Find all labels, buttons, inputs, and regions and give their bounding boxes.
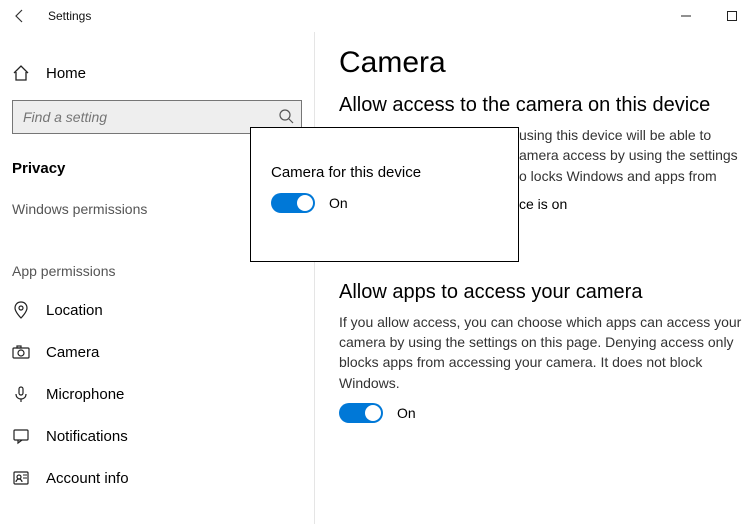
home-nav[interactable]: Home (0, 56, 314, 90)
sidebar-item-location[interactable]: Location (0, 289, 314, 331)
device-camera-toggle[interactable] (271, 193, 315, 213)
sidebar-item-label: Microphone (46, 386, 124, 403)
notifications-icon (12, 427, 30, 445)
section-heading-device-access: Allow access to the camera on this devic… (339, 94, 755, 117)
sidebar: Home Privacy Windows permissions App per… (0, 32, 315, 524)
search-icon (278, 108, 294, 129)
location-icon (12, 301, 30, 319)
minimize-button[interactable] (663, 0, 709, 32)
sidebar-item-notifications[interactable]: Notifications (0, 415, 314, 457)
device-camera-toggle-label: On (329, 195, 348, 211)
home-label: Home (46, 65, 86, 82)
sidebar-item-account-info[interactable]: Account info (0, 457, 314, 499)
apps-camera-toggle[interactable] (339, 403, 383, 423)
device-camera-popup: Camera for this device On (250, 127, 519, 262)
microphone-icon (12, 385, 30, 403)
home-icon (12, 64, 30, 82)
maximize-button[interactable] (709, 0, 755, 32)
apps-camera-toggle-label: On (397, 405, 416, 421)
sidebar-item-camera[interactable]: Camera (0, 331, 314, 373)
sidebar-item-label: Notifications (46, 428, 128, 445)
sidebar-item-microphone[interactable]: Microphone (0, 373, 314, 415)
sidebar-item-label: Camera (46, 344, 99, 361)
account-info-icon (12, 469, 30, 487)
window-title: Settings (48, 9, 91, 23)
section-heading-app-access: Allow apps to access your camera (339, 281, 755, 304)
section-paragraph: If you allow access, you can choose whic… (339, 312, 749, 393)
page-title: Camera (339, 46, 755, 80)
sidebar-item-label: Account info (46, 470, 129, 487)
camera-icon (12, 343, 30, 361)
sidebar-item-label: Location (46, 302, 103, 319)
content-pane: Camera Allow access to the camera on thi… (315, 32, 755, 524)
popup-title: Camera for this device (271, 164, 498, 181)
back-button[interactable] (4, 0, 36, 32)
